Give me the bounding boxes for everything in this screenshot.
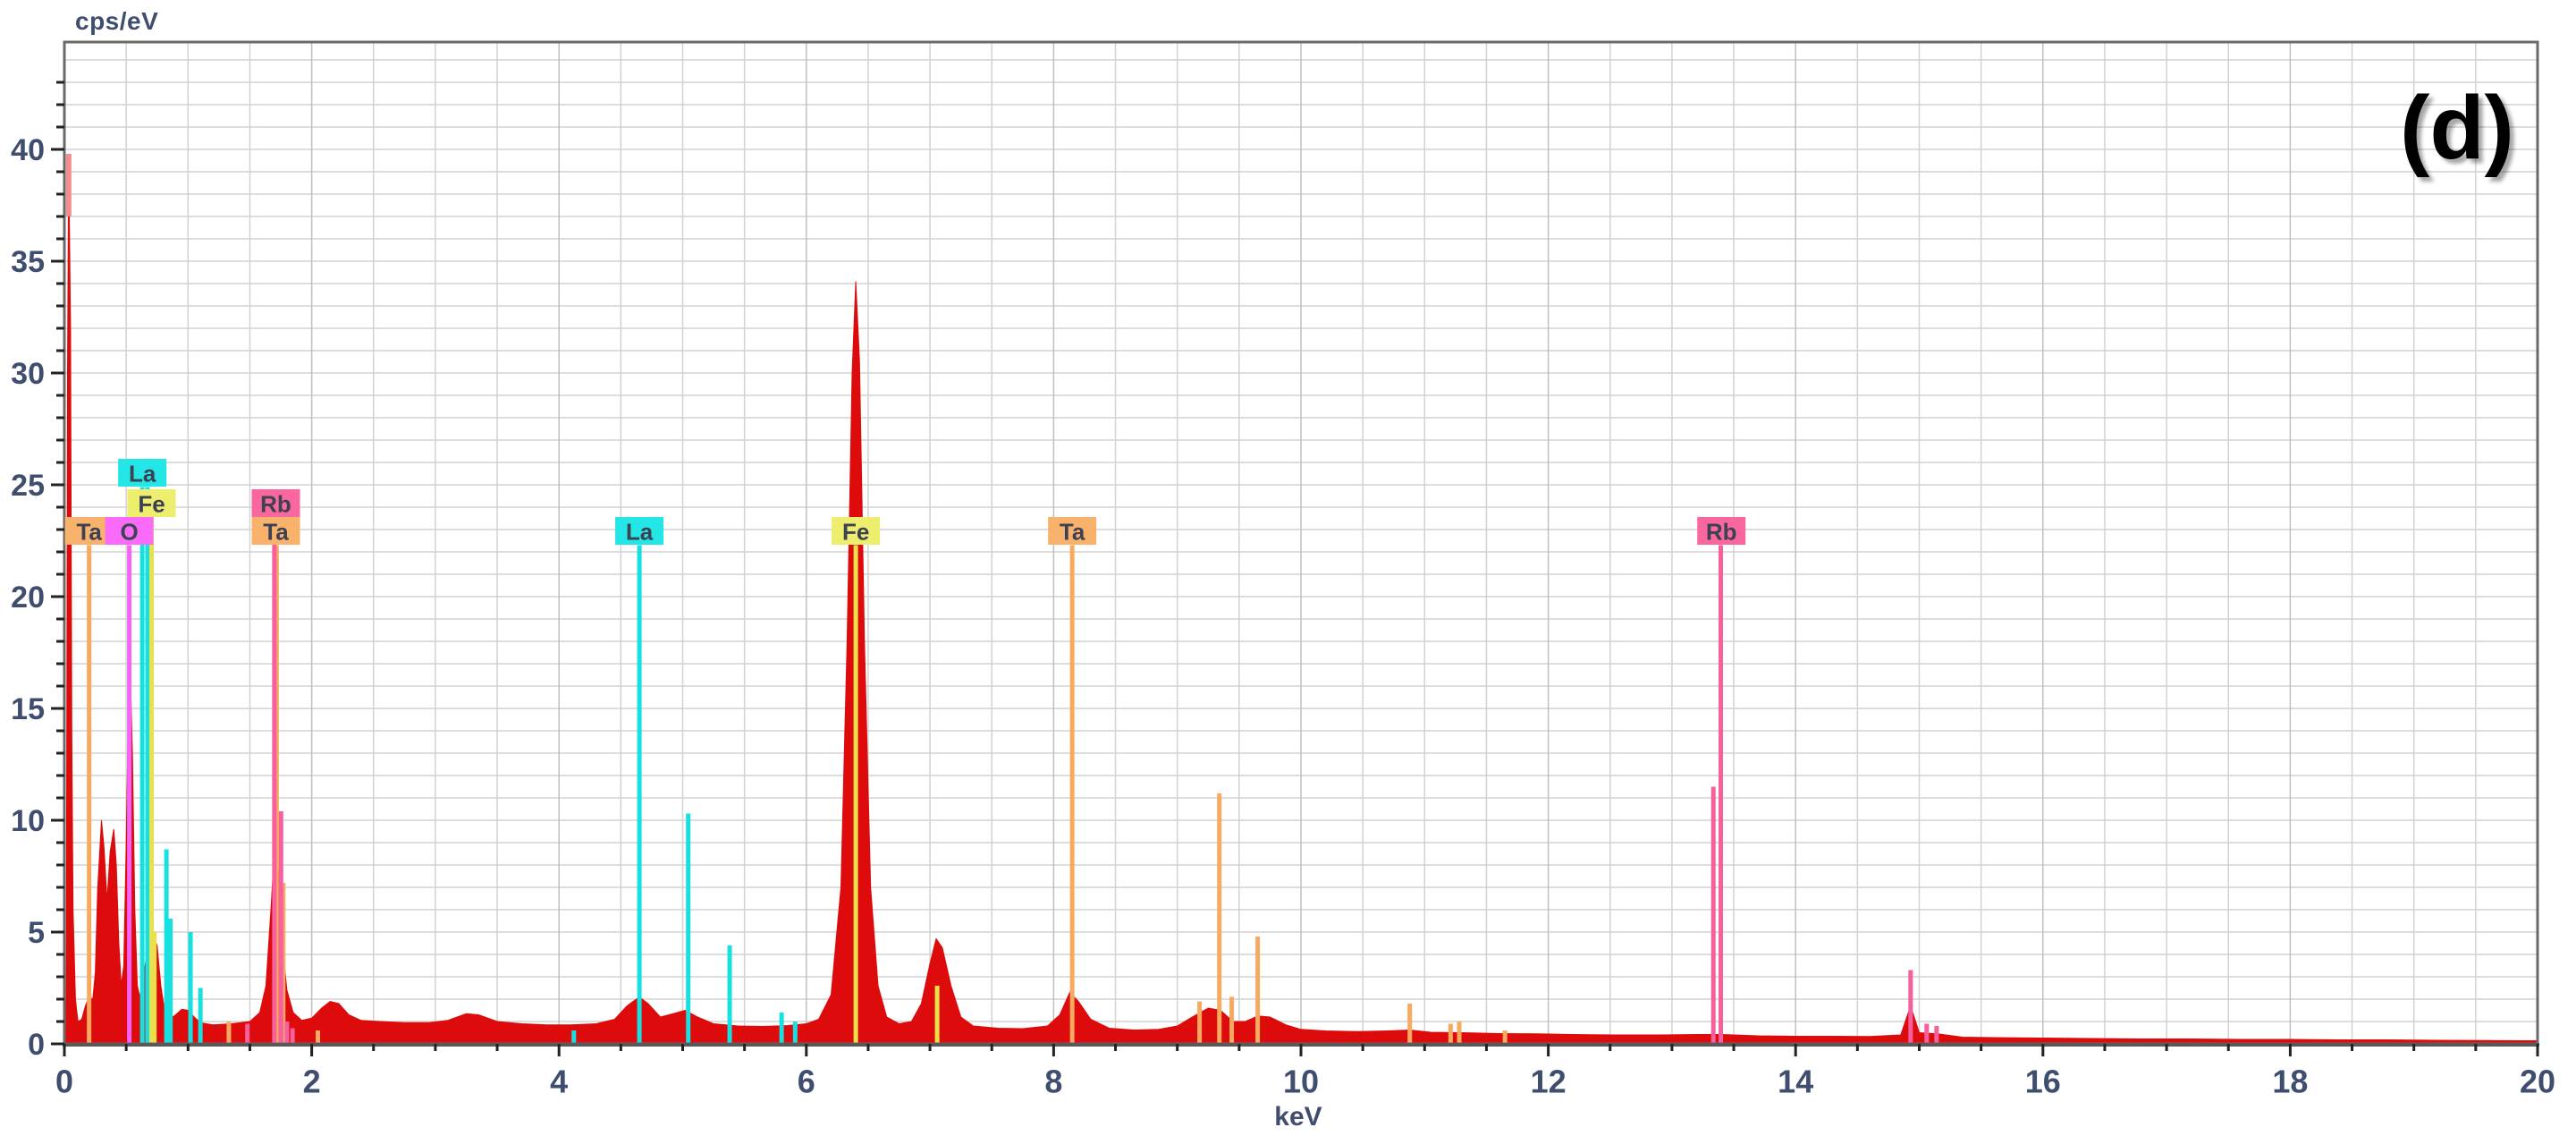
y-tick-label-20: 20: [11, 581, 45, 615]
x-axis-title: keV: [1245, 1102, 1352, 1132]
x-tick-label-10: 10: [1283, 1064, 1319, 1100]
x-tick-label-0: 0: [55, 1064, 73, 1100]
x-tick-label-14: 14: [1778, 1064, 1813, 1100]
x-tick-label-2: 2: [303, 1064, 321, 1100]
element-label-text-ta-8.15: Ta: [1060, 519, 1085, 546]
y-tick-label-35: 35: [11, 245, 45, 279]
y-tick-label-25: 25: [11, 469, 45, 503]
element-label-text-ta-0.2: Ta: [76, 519, 102, 546]
element-label-text-ta-1.71: Ta: [263, 519, 289, 546]
y-tick-label-10: 10: [11, 804, 45, 838]
panel-letter-label: (d): [2368, 77, 2546, 180]
element-label-text-la-0.63: La: [129, 461, 156, 487]
x-tick-label-16: 16: [2025, 1064, 2061, 1100]
y-tick-label-40: 40: [11, 133, 45, 167]
y-tick-label-30: 30: [11, 357, 45, 391]
x-tick-label-8: 8: [1044, 1064, 1062, 1100]
element-label-text-rb-1.71: Rb: [260, 491, 291, 518]
y-tick-label-0: 0: [28, 1028, 45, 1062]
y-tick-label-5: 5: [28, 916, 45, 950]
eds-spectrum-chart: 0 5 10 15 20 25 30 35 40 0 2 4 6 8 10 12 14 16 18 20 Ta O La Fe…: [0, 0, 2576, 1136]
x-tick-label-6: 6: [798, 1064, 815, 1100]
element-label-text-fe-6.4: Fe: [842, 519, 869, 546]
element-label-text-la-4.65: La: [626, 519, 654, 546]
x-tick-label-20: 20: [2520, 1064, 2555, 1100]
y-tick-label-15: 15: [11, 692, 45, 726]
x-tick-label-4: 4: [550, 1064, 568, 1100]
eds-spectrum-svg: 0 5 10 15 20 25 30 35 40 0 2 4 6 8 10 12 14 16 18 20 Ta O La Fe…: [0, 0, 2576, 1136]
element-label-text-rb-13.4: Rb: [1706, 519, 1737, 546]
element-label-text-fe-0.705: Fe: [138, 491, 165, 518]
element-label-text-o-0.525: O: [120, 519, 138, 546]
x-tick-label-18: 18: [2272, 1064, 2308, 1100]
x-tick-label-12: 12: [1531, 1064, 1567, 1100]
y-axis-unit-label: cps/eV: [75, 7, 158, 36]
